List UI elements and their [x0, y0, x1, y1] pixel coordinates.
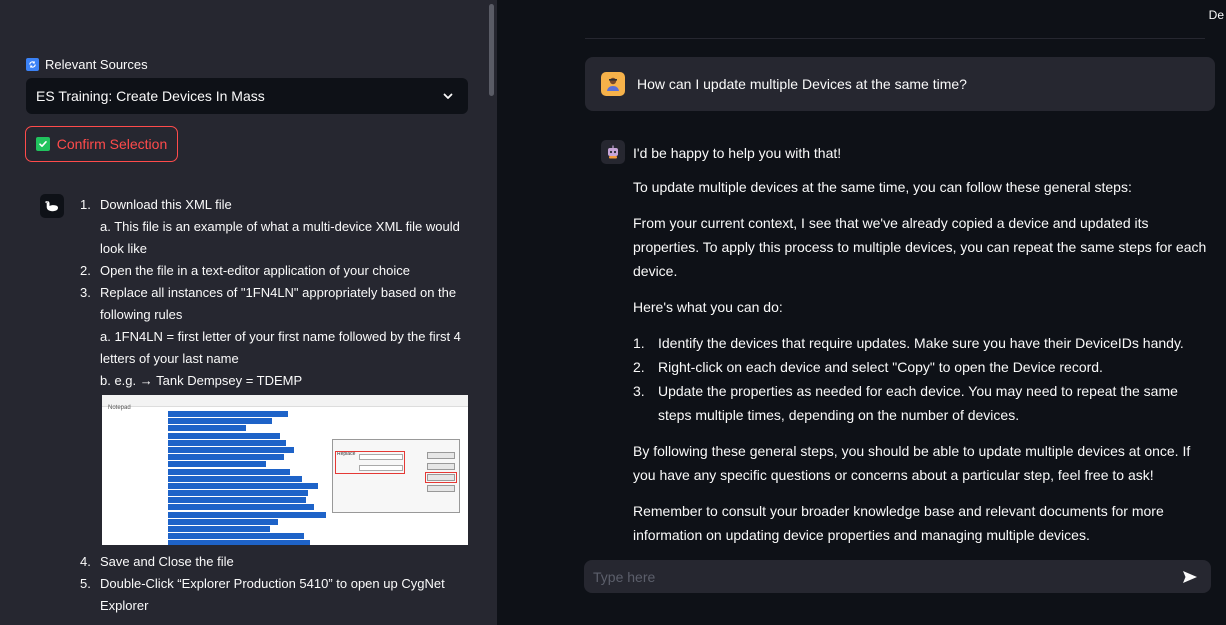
list-item: 1. Identify the devices that require upda…	[633, 331, 1213, 355]
list-number: 3.	[633, 383, 645, 399]
step-number: 2.	[80, 263, 91, 278]
sidebar-scrollbar[interactable]	[489, 4, 494, 96]
step-subitem: a. This file is an example of what a mul…	[100, 219, 460, 256]
list-number: 1.	[633, 335, 645, 351]
chevron-down-icon	[443, 93, 453, 99]
chat-divider	[585, 38, 1205, 39]
user-message-text: How can I update multiple Devices at the…	[637, 76, 967, 92]
step-subitem: b. e.g. → Tank Dempsey = TDEMP	[100, 373, 303, 388]
step-item: 2. Open the file in a text-editor applic…	[80, 260, 475, 282]
assistant-steps-list: 1. Identify the devices that require upda…	[633, 331, 1213, 427]
user-icon	[607, 77, 619, 91]
notepad-replace-screenshot: Notepad Replace	[102, 395, 468, 545]
list-item: 2. Right-click on each device and select …	[633, 355, 1213, 379]
step-text: Double-Click “Explorer Production 5410” …	[100, 576, 445, 613]
step-number: 1.	[80, 197, 91, 212]
robot-icon	[608, 145, 618, 159]
step-text: Save and Close the file	[100, 554, 234, 569]
user-avatar	[601, 72, 625, 96]
goose-icon	[45, 201, 58, 212]
user-message: How can I update multiple Devices at the…	[585, 57, 1215, 111]
relevant-sources-text: Relevant Sources	[45, 57, 148, 72]
source-select[interactable]: ES Training: Create Devices In Mass	[26, 78, 468, 114]
assistant-paragraph: By following these general steps, you sh…	[633, 443, 1191, 483]
assistant-message: I'd be happy to help you with that! To u…	[633, 141, 1213, 559]
step-text: Replace all instances of "1FN4LN" approp…	[100, 285, 457, 322]
step-number: 4.	[80, 554, 91, 569]
source-steps: 1. Download this XML file a. This file i…	[80, 194, 475, 617]
assistant-paragraph: Here's what you can do:	[633, 299, 783, 315]
source-select-value: ES Training: Create Devices In Mass	[36, 88, 265, 104]
step-item: 4. Save and Close the file	[80, 551, 475, 573]
list-item: 3. Update the properties as needed for ea…	[633, 379, 1213, 427]
highlighted-xml-lines	[168, 411, 326, 545]
check-icon	[35, 137, 50, 151]
sources-icon	[26, 58, 39, 71]
chat-input[interactable]	[584, 560, 1164, 593]
assistant-paragraph: Remember to consult your broader knowled…	[633, 503, 1164, 543]
top-right-label[interactable]: De	[1209, 8, 1224, 22]
send-icon[interactable]	[1181, 568, 1199, 586]
assistant-paragraph: From your current context, I see that we…	[633, 215, 1207, 279]
chat-main: De How can I update multiple Devices at …	[497, 0, 1226, 625]
chat-input-box	[584, 560, 1211, 593]
step-item: 5. Double-Click “Explorer Production 541…	[80, 573, 475, 617]
screenshot-titlebar: Notepad	[102, 395, 468, 411]
step-number: 5.	[80, 576, 91, 591]
step-item: 1. Download this XML file	[80, 194, 475, 216]
assistant-avatar	[40, 194, 64, 218]
step-number: 3.	[80, 285, 91, 300]
assistant-greeting: I'd be happy to help you with that!	[633, 145, 842, 161]
confirm-selection-label: Confirm Selection	[56, 136, 168, 152]
list-text: Identify the devices that require update…	[658, 335, 1184, 351]
bot-avatar	[601, 140, 625, 164]
list-text: Right-click on each device and select "C…	[658, 359, 1103, 375]
list-text: Update the properties as needed for each…	[658, 383, 1178, 423]
step-text: Download this XML file	[100, 197, 232, 212]
replace-dialog: Replace	[332, 439, 460, 513]
relevant-sources-label: Relevant Sources	[26, 57, 148, 72]
confirm-selection-button[interactable]: Confirm Selection	[25, 126, 178, 162]
step-text: Open the file in a text-editor applicati…	[100, 263, 411, 278]
step-subitem: a. 1FN4LN = first letter of your first n…	[100, 329, 461, 366]
assistant-paragraph: To update multiple devices at the same t…	[633, 179, 1132, 195]
step-item: 3. Replace all instances of "1FN4LN" app…	[80, 282, 475, 326]
list-number: 2.	[633, 359, 645, 375]
sidebar: Relevant Sources ES Training: Create Dev…	[0, 0, 497, 625]
